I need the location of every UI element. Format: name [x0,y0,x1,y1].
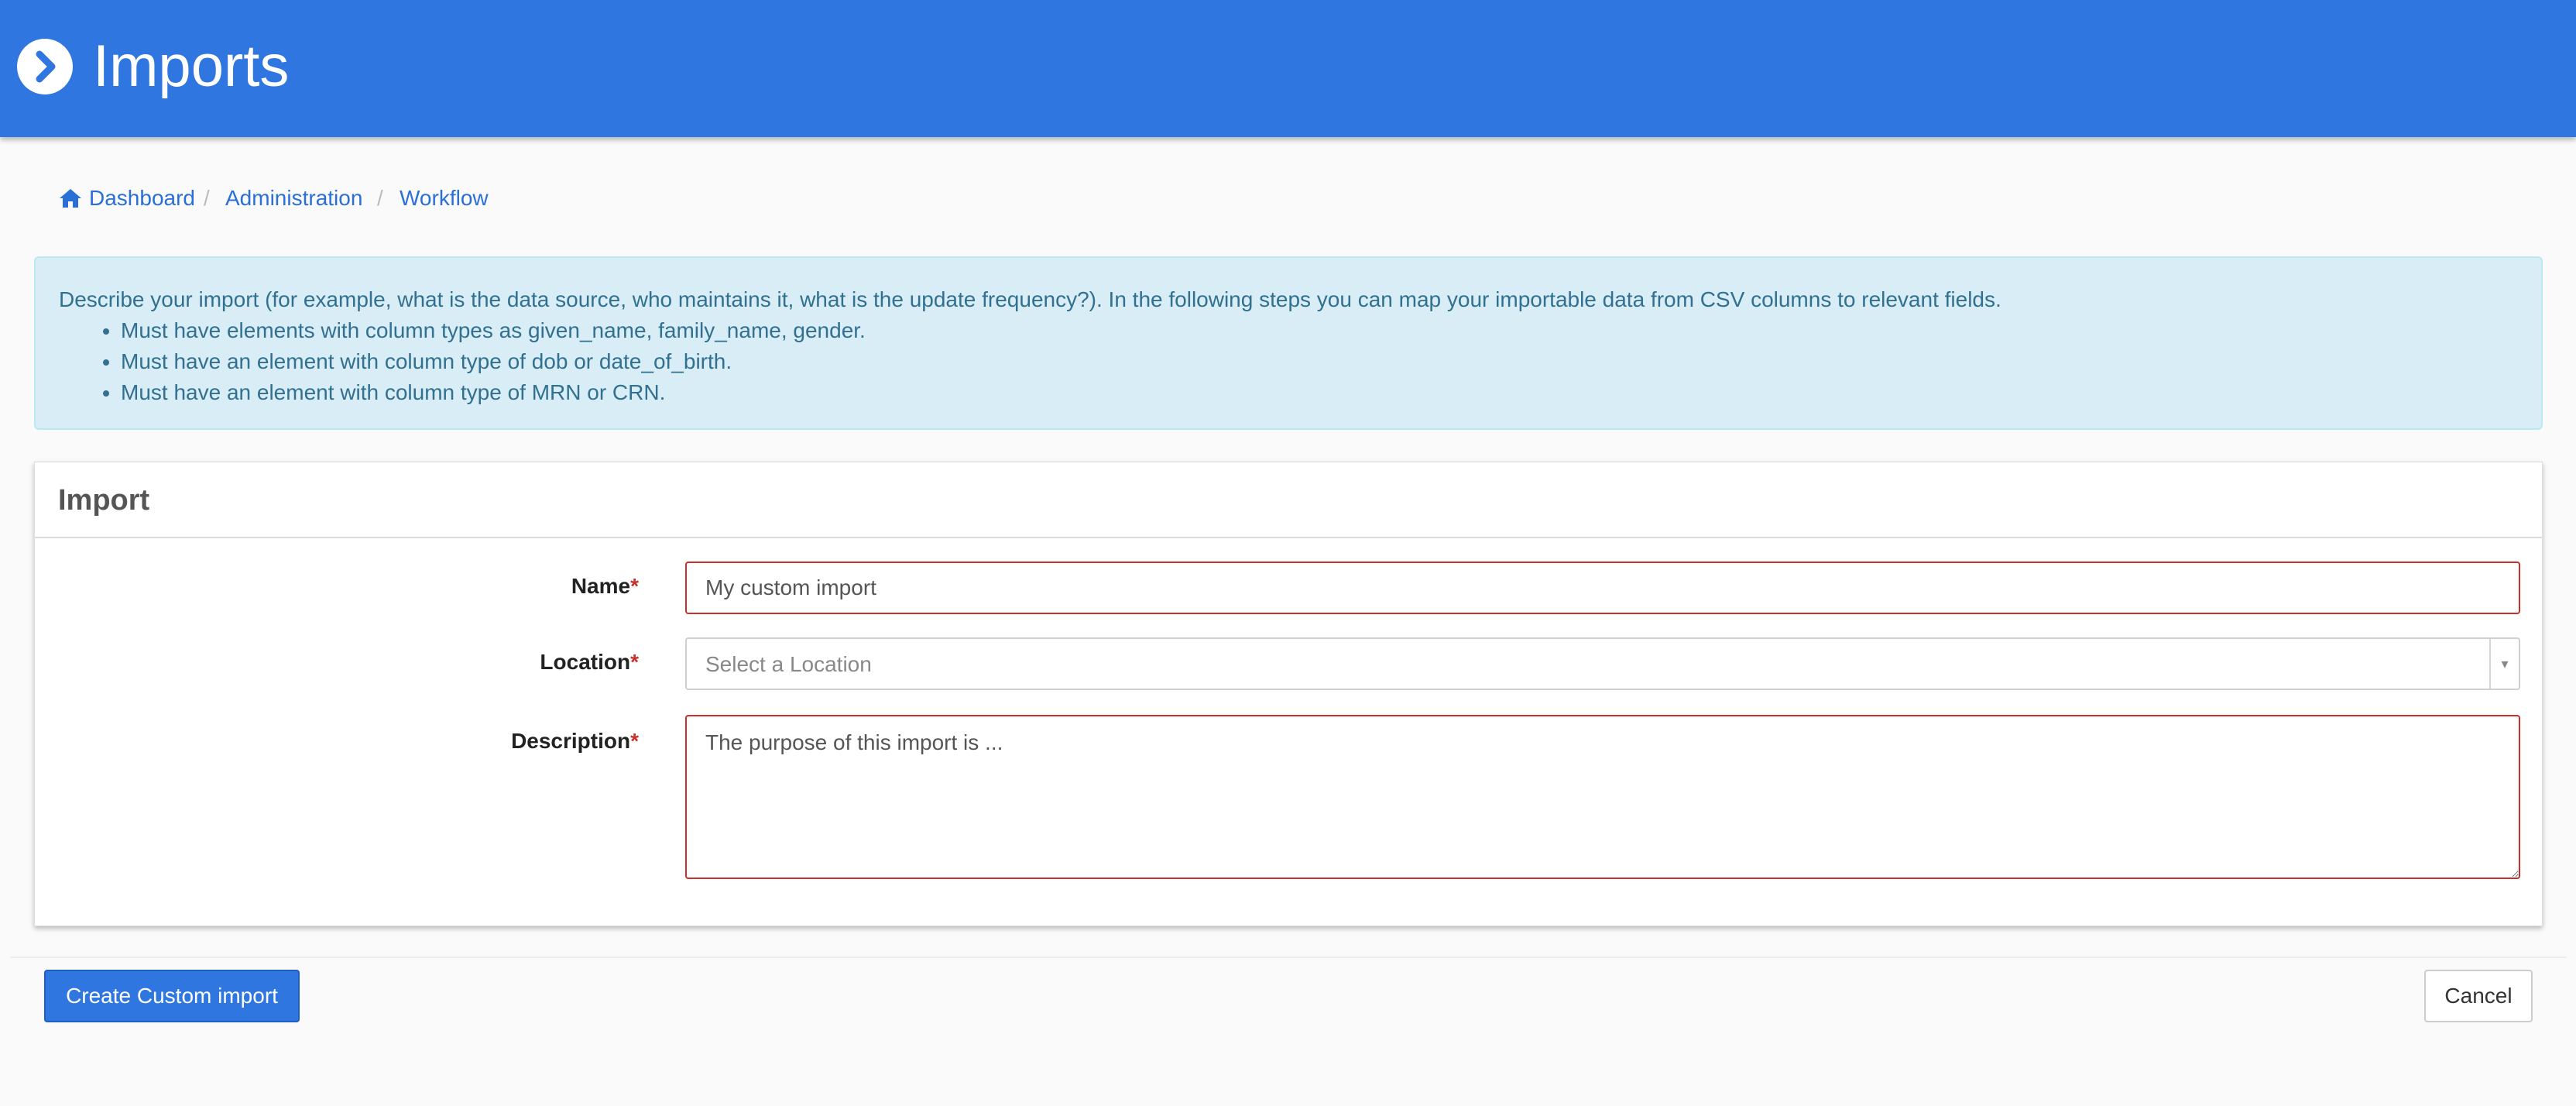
required-marker: * [630,729,639,753]
info-alert: Describe your import (for example, what … [34,256,2543,430]
description-label: Description* [329,726,639,757]
required-marker: * [630,650,639,674]
page-title: Imports [93,33,290,99]
page-header: Imports [0,0,2576,137]
breadcrumb-separator: / [204,186,210,210]
create-custom-import-button[interactable]: Create Custom import [44,970,300,1022]
name-label-text: Name [571,574,631,598]
breadcrumb-item-administration[interactable]: Administration [225,183,362,214]
description-textarea[interactable]: The purpose of this import is ... [685,715,2520,879]
location-label-text: Location [540,650,631,674]
chevron-right-circle-icon[interactable] [17,39,73,94]
panel-title: Import [58,484,150,517]
alert-requirements-list: Must have elements with column types as … [121,315,866,408]
footer-divider [11,957,2566,958]
breadcrumb-separator: / [377,186,383,210]
chevron-down-icon[interactable]: ▾ [2489,639,2519,689]
location-label: Location* [329,647,639,678]
alert-description: Describe your import (for example, what … [59,287,2001,311]
cancel-button[interactable]: Cancel [2424,970,2533,1022]
panel-header: Import [35,462,2542,538]
home-icon[interactable] [58,186,83,211]
name-input[interactable] [685,562,2520,614]
breadcrumb-item-dashboard[interactable]: Dashboard [89,183,195,214]
required-marker: * [630,574,639,598]
description-label-text: Description [511,729,631,753]
location-select-placeholder: Select a Location [705,652,872,676]
alert-requirement-item: Must have elements with column types as … [121,315,866,346]
breadcrumb-item-workflow[interactable]: Workflow [400,183,489,214]
alert-requirement-item: Must have an element with column type of… [121,377,866,408]
location-select[interactable]: Select a Location ▾ [685,637,2520,690]
alert-requirement-item: Must have an element with column type of… [121,346,866,377]
import-form-panel: Import Name* Location* Select a Location… [34,462,2543,926]
name-label: Name* [329,571,639,602]
